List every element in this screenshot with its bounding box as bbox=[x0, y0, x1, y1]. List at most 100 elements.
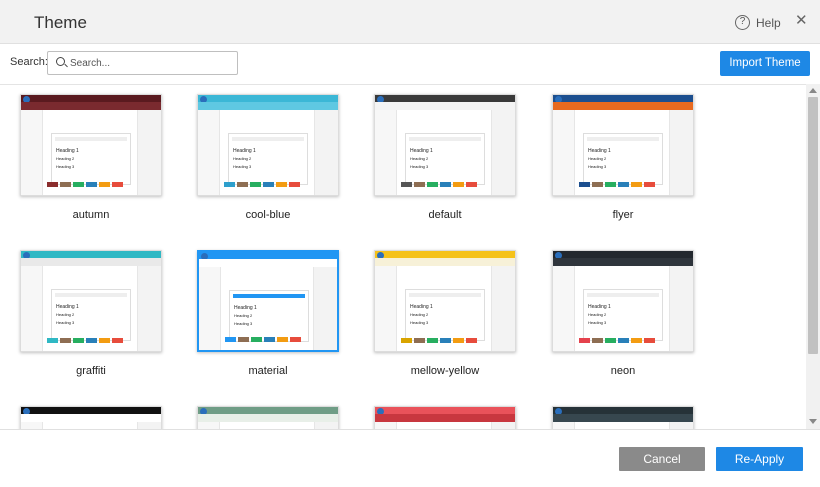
preview-panel: Heading 1 Heading 2 Heading 3 bbox=[405, 289, 485, 341]
preview-topbar bbox=[198, 95, 338, 103]
preview-button bbox=[276, 182, 287, 187]
preview-button bbox=[289, 182, 300, 187]
preview-right-panel bbox=[669, 110, 693, 195]
help-icon: ? bbox=[735, 15, 750, 30]
help-button[interactable]: ? Help bbox=[735, 15, 781, 30]
preview-heading3: Heading 3 bbox=[410, 164, 429, 169]
preview-panel: Heading 1 Heading 2 Heading 3 bbox=[229, 290, 309, 342]
theme-thumbnail[interactable] bbox=[552, 406, 694, 429]
preview-navbar bbox=[198, 414, 338, 422]
search-input[interactable] bbox=[70, 55, 230, 71]
preview-topbar bbox=[375, 95, 515, 103]
preview-button bbox=[618, 182, 629, 187]
preview-button bbox=[238, 337, 249, 342]
preview-topbar bbox=[21, 95, 161, 103]
preview-button bbox=[631, 182, 642, 187]
preview-buttons bbox=[579, 338, 655, 343]
preview-topbar bbox=[199, 252, 337, 260]
theme-thumbnail[interactable] bbox=[197, 406, 339, 429]
preview-heading2: Heading 2 bbox=[56, 312, 75, 317]
preview-heading2: Heading 2 bbox=[56, 156, 75, 161]
preview-button bbox=[414, 338, 425, 343]
theme-name: material bbox=[248, 365, 288, 377]
preview-panel: Heading 1 Heading 2 Heading 3 bbox=[405, 133, 485, 185]
preview-button bbox=[73, 338, 84, 343]
theme-name: flyer bbox=[612, 209, 634, 221]
preview-buttons bbox=[225, 337, 301, 342]
preview-topbar bbox=[553, 95, 693, 103]
preview-select bbox=[409, 293, 481, 297]
preview-button bbox=[401, 338, 412, 343]
preview-navbar bbox=[375, 258, 515, 266]
preview-button bbox=[605, 338, 616, 343]
preview-topbar bbox=[21, 407, 161, 415]
search-field[interactable] bbox=[47, 51, 238, 75]
preview-sidebar bbox=[21, 266, 43, 351]
preview-button bbox=[466, 338, 477, 343]
preview-select bbox=[409, 137, 481, 141]
theme-thumbnail[interactable] bbox=[374, 406, 516, 429]
scroll-up-arrow-icon[interactable] bbox=[809, 88, 817, 93]
preview-navbar bbox=[198, 102, 338, 110]
preview-heading1: Heading 1 bbox=[234, 305, 257, 311]
scrollbar[interactable] bbox=[806, 84, 820, 429]
theme-thumbnail[interactable]: Heading 1 Heading 2 Heading 3 bbox=[197, 94, 339, 196]
preview-navbar bbox=[375, 414, 515, 422]
theme-thumbnail[interactable]: Heading 1 Heading 2 Heading 3 bbox=[552, 250, 694, 352]
preview-navbar bbox=[553, 102, 693, 110]
preview-navbar bbox=[21, 258, 161, 266]
close-icon[interactable]: ✕ bbox=[795, 11, 808, 29]
import-theme-button[interactable]: Import Theme bbox=[720, 51, 810, 76]
scroll-down-arrow-icon[interactable] bbox=[809, 419, 817, 424]
cancel-button[interactable]: Cancel bbox=[619, 447, 705, 471]
preview-heading3: Heading 3 bbox=[588, 320, 607, 325]
theme-thumbnail[interactable]: Heading 1 Heading 2 Heading 3 bbox=[374, 250, 516, 352]
preview-topbar bbox=[553, 251, 693, 259]
preview-button bbox=[453, 182, 464, 187]
preview-heading1: Heading 1 bbox=[588, 148, 611, 154]
preview-right-panel bbox=[491, 422, 515, 429]
preview-right-panel bbox=[669, 266, 693, 351]
reapply-button[interactable]: Re-Apply bbox=[716, 447, 803, 471]
preview-navbar bbox=[199, 259, 337, 267]
theme-name: graffiti bbox=[76, 365, 106, 377]
preview-button bbox=[631, 338, 642, 343]
preview-buttons bbox=[401, 182, 477, 187]
preview-right-panel bbox=[313, 267, 337, 350]
preview-sidebar bbox=[199, 267, 221, 350]
preview-right-panel bbox=[314, 110, 338, 195]
preview-button bbox=[224, 182, 235, 187]
preview-button bbox=[251, 337, 262, 342]
preview-button bbox=[263, 182, 274, 187]
preview-buttons bbox=[224, 182, 300, 187]
help-label: Help bbox=[756, 15, 781, 30]
theme-name: neon bbox=[610, 365, 636, 377]
preview-heading1: Heading 1 bbox=[233, 148, 256, 154]
scrollbar-thumb[interactable] bbox=[808, 97, 818, 354]
preview-button bbox=[86, 182, 97, 187]
preview-button bbox=[237, 182, 248, 187]
preview-navbar bbox=[553, 414, 693, 422]
preview-select bbox=[55, 293, 127, 297]
preview-heading1: Heading 1 bbox=[56, 304, 79, 310]
theme-thumbnail[interactable]: Heading 1 Heading 2 Heading 3 bbox=[552, 94, 694, 196]
theme-thumbnail[interactable]: Heading 1 Heading 2 Heading 3 bbox=[20, 94, 162, 196]
theme-name: cool-blue bbox=[245, 209, 291, 221]
preview-button bbox=[99, 338, 110, 343]
theme-thumbnail[interactable]: Heading 1 Heading 2 Heading 3 bbox=[374, 94, 516, 196]
preview-select bbox=[232, 137, 304, 141]
preview-button bbox=[86, 338, 97, 343]
preview-button bbox=[414, 182, 425, 187]
preview-button bbox=[264, 337, 275, 342]
preview-right-panel bbox=[491, 110, 515, 195]
preview-buttons bbox=[579, 182, 655, 187]
preview-button bbox=[427, 182, 438, 187]
preview-select bbox=[587, 137, 659, 141]
preview-heading2: Heading 2 bbox=[588, 312, 607, 317]
theme-thumbnail[interactable]: Heading 1 Heading 2 Heading 3 bbox=[197, 250, 339, 352]
preview-sidebar bbox=[375, 422, 397, 429]
theme-thumbnail[interactable] bbox=[20, 406, 162, 429]
theme-thumbnail[interactable]: Heading 1 Heading 2 Heading 3 bbox=[20, 250, 162, 352]
preview-button bbox=[644, 182, 655, 187]
preview-button bbox=[618, 338, 629, 343]
